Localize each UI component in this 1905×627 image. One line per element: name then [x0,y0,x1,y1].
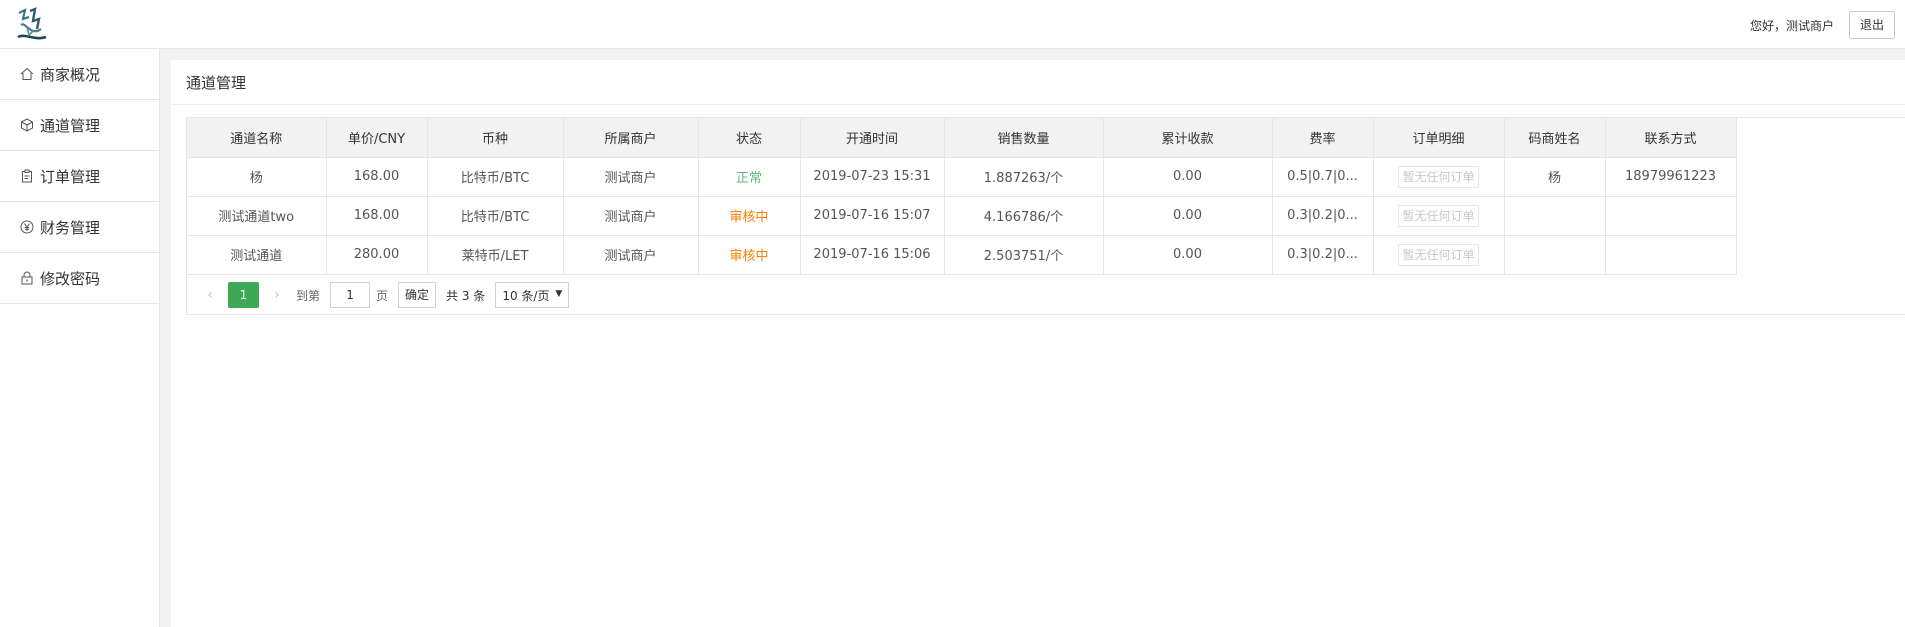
column-header-received: 累计收款 [1103,118,1273,158]
sidebar-item-label: 订单管理 [40,167,101,186]
column-header-coin: 币种 [427,118,564,158]
cell-contact [1605,235,1737,275]
top-bar: 您好，测试商户 退出 [0,0,1905,49]
table-header-row: 通道名称 单价/CNY 币种 所属商户 状态 开通时间 销售数量 累计收款 费率… [187,118,1737,158]
page-title: 通道管理 [186,74,247,92]
cell-name: 测试通道two [187,196,327,236]
cell-sold: 4.166786/个 [944,196,1104,236]
sidebar-item-orders[interactable]: 订单管理 [0,151,159,202]
column-header-contact: 联系方式 [1605,118,1737,158]
divider [171,104,1905,105]
cube-icon [21,118,33,132]
column-header-agent: 码商姓名 [1504,118,1606,158]
cell-orders: 暂无任何订单 [1373,157,1505,197]
sidebar-item-change-password[interactable]: 修改密码 [0,253,159,304]
yen-icon [20,220,34,234]
column-header-price: 单价/CNY [326,118,428,158]
page-size-value: 10 条/页 [502,288,550,303]
sidebar-item-channels[interactable]: 通道管理 [0,100,159,151]
cell-status: 正常 [698,157,801,197]
cell-opened: 2019-07-16 15:06 [800,235,945,275]
cell-agent [1504,196,1606,236]
cell-status: 审核中 [698,235,801,275]
greeting-text: 您好，测试商户 [1749,19,1834,33]
sidebar-item-label: 修改密码 [40,269,101,288]
cell-rate: 0.3|0.2|0... [1272,196,1374,236]
page-button-current[interactable]: 1 [228,282,259,308]
chevron-right-icon[interactable]: › [266,287,288,303]
cell-contact: 18979961223 [1605,157,1737,197]
cell-coin: 比特币/BTC [427,157,564,197]
table-row: 杨 168.00 比特币/BTC 测试商户 正常 2019-07-23 15:3… [187,157,1737,197]
no-orders-button[interactable]: 暂无任何订单 [1398,243,1479,266]
cell-opened: 2019-07-16 15:07 [800,196,945,236]
cell-status: 审核中 [698,196,801,236]
cell-sold: 1.887263/个 [944,157,1104,197]
sidebar-item-label: 通道管理 [40,116,101,135]
cell-price: 280.00 [326,235,428,275]
cell-merchant: 测试商户 [563,196,699,236]
caret-down-icon: ▼ [555,289,563,299]
cell-name: 杨 [187,157,327,197]
column-header-merchant: 所属商户 [563,118,699,158]
sidebar-item-label: 财务管理 [40,218,101,237]
column-header-rate: 费率 [1272,118,1374,158]
page-size-select[interactable]: 10 条/页 ▼ [495,282,570,308]
column-header-orders: 订单明细 [1373,118,1505,158]
logo[interactable] [15,7,49,43]
main-panel: 通道管理 通道名称 单价/CNY 币种 所属商户 状态 开通时间 销售数量 累计… [171,60,1905,627]
cell-merchant: 测试商户 [563,157,699,197]
chevron-left-icon[interactable]: ‹ [199,287,221,303]
goto-page-input[interactable] [330,282,371,308]
home-icon [20,67,34,80]
cell-sold: 2.503751/个 [944,235,1104,275]
table-row: 测试通道two 168.00 比特币/BTC 测试商户 审核中 2019-07-… [187,196,1737,236]
cell-price: 168.00 [326,196,428,236]
cell-contact [1605,196,1737,236]
cell-received: 0.00 [1103,157,1273,197]
no-orders-button[interactable]: 暂无任何订单 [1398,204,1479,227]
cell-merchant: 测试商户 [563,235,699,275]
cell-coin: 莱特币/LET [427,235,564,275]
column-header-status: 状态 [698,118,801,158]
no-orders-button[interactable]: 暂无任何订单 [1398,165,1479,188]
cell-name: 测试通道 [187,235,327,275]
cell-rate: 0.3|0.2|0... [1272,235,1374,275]
lock-icon [21,271,33,285]
sidebar-item-finance[interactable]: 财务管理 [0,202,159,253]
cell-agent [1504,235,1606,275]
cell-coin: 比特币/BTC [427,196,564,236]
cell-received: 0.00 [1103,196,1273,236]
cell-rate: 0.5|0.7|0... [1272,157,1374,197]
clipboard-icon [22,169,32,183]
cell-opened: 2019-07-23 15:31 [800,157,945,197]
cell-orders: 暂无任何订单 [1373,196,1505,236]
table-row: 测试通道 280.00 莱特币/LET 测试商户 审核中 2019-07-16 … [187,235,1737,275]
goto-label: 到第 [296,288,321,303]
cell-agent: 杨 [1504,157,1606,197]
logout-button[interactable]: 退出 [1848,11,1895,39]
column-header-name: 通道名称 [187,118,327,158]
cell-orders: 暂无任何订单 [1373,235,1505,275]
column-header-opened: 开通时间 [800,118,945,158]
sidebar-item-overview[interactable]: 商家概况 [0,49,159,100]
channel-table: 通道名称 单价/CNY 币种 所属商户 状态 开通时间 销售数量 累计收款 费率… [186,117,1905,315]
cell-received: 0.00 [1103,235,1273,275]
pagination: ‹ 1 › 到第 页 确定 共 3 条 10 条/页 ▼ [187,275,1905,315]
page-unit-label: 页 [376,288,389,303]
column-header-sold: 销售数量 [944,118,1104,158]
sidebar-item-label: 商家概况 [40,65,101,84]
total-count: 共 3 条 [446,288,486,303]
confirm-button[interactable]: 确定 [398,282,437,308]
cell-price: 168.00 [326,157,428,197]
sidebar: 商家概况 通道管理 订单管理 财务管理 修改密码 [0,49,160,627]
